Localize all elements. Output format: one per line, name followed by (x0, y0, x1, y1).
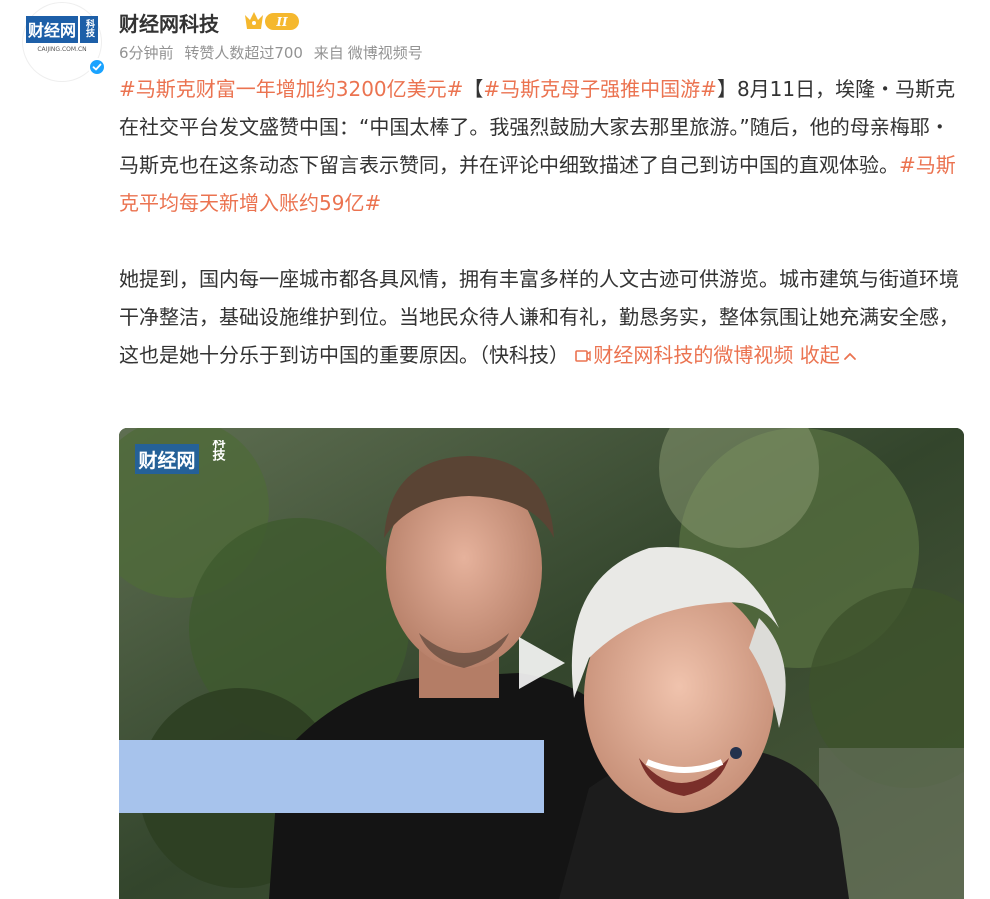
collapse-label: 收起 (799, 343, 840, 367)
play-icon[interactable] (513, 635, 569, 691)
video-link-label: 财经网科技的微博视频 (593, 343, 794, 367)
weibo-post: 财经网 科技 CAIJING.COM.CN 财经网科技 II 6分钟前 转赞人数… (0, 0, 990, 899)
verified-badge-icon (88, 58, 106, 76)
topic-link-1[interactable]: #马斯克财富一年增加约3200亿美元# (119, 77, 463, 101)
author-name[interactable]: 财经网科技 (119, 8, 219, 37)
repost-count: 转赞人数超过700 (184, 44, 303, 62)
paragraph-1: #马斯克财富一年增加约3200亿美元#【#马斯克母子强推中国游#】8月11日，埃… (119, 70, 964, 222)
chevron-up-icon (843, 352, 856, 360)
vip-level: II (275, 15, 288, 29)
topic-link-2[interactable]: #马斯克母子强推中国游# (483, 77, 717, 101)
bracket-open: 【 (463, 77, 484, 101)
post-meta: 6分钟前 转赞人数超过700 来自 微博视频号 (119, 42, 429, 63)
post-content: #马斯克财富一年增加约3200亿美元#【#马斯克母子强推中国游#】8月11日，埃… (119, 70, 964, 374)
source-link[interactable]: 微博视频号 (348, 44, 423, 62)
video-link-icon (575, 350, 592, 362)
source-prefix: 来自 (313, 44, 344, 62)
collapse-button[interactable]: 收起 (800, 343, 857, 367)
video-player[interactable]: 财经网 科技 (119, 428, 964, 899)
caijing-logo-icon: 财经网 科技 CAIJING.COM.CN (26, 16, 98, 53)
avatar-logo-side: 科技 (84, 18, 95, 38)
watermark-main: 财经网 (138, 449, 195, 472)
avatar-logo-domain: CAIJING.COM.CN (37, 46, 86, 53)
watermark-logo-icon: 财经网 科技 (135, 440, 226, 474)
vip-crown-icon[interactable]: II (243, 9, 301, 33)
paragraph-2: 她提到，国内每一座城市都各具风情，拥有丰富多样的人文古迹可供游览。城市建筑与街道… (119, 260, 964, 374)
bracket-close: 】 (716, 77, 737, 101)
caption-redaction-box (119, 740, 544, 813)
video-link[interactable]: 财经网科技的微博视频 (575, 343, 793, 367)
avatar-logo-text: 财经网 (27, 21, 76, 40)
watermark-side: 科技 (210, 440, 226, 462)
post-time[interactable]: 6分钟前 (119, 44, 174, 62)
